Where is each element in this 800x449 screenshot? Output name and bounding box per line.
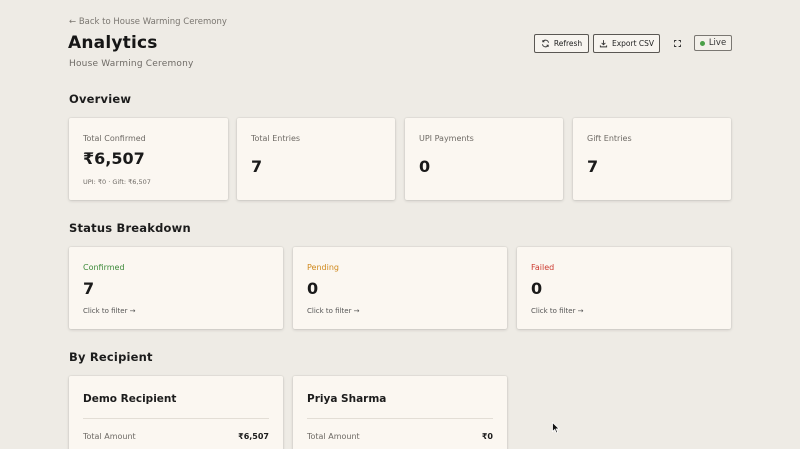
status-count: 7 [83,279,95,298]
app-frame: ← Back to House Warming Ceremony Analyti… [0,0,800,449]
mouse-pointer-icon [552,422,560,434]
download-icon [599,40,608,48]
expand-icon [673,40,681,47]
overview-heading: Overview [69,92,132,106]
card-value: ₹6,507 [83,149,145,168]
overview-card-upi-payments: UPI Payments 0 [405,118,563,200]
status-label: Confirmed [83,263,125,272]
status-label: Failed [531,263,555,272]
card-label: Total Entries [251,134,301,143]
by-recipient-heading: By Recipient [69,350,153,364]
card-breakdown: UPI: ₹0 · Gift: ₹6,507 [83,178,151,186]
filter-hint: Click to filter → [307,307,360,315]
filter-hint: Click to filter → [83,307,136,315]
status-label: Pending [307,263,339,272]
status-breakdown-heading: Status Breakdown [69,221,191,235]
status-card-pending[interactable]: Pending 0 Click to filter → [293,247,507,329]
card-value: 7 [251,157,263,176]
card-value: 0 [419,157,431,176]
total-amount-value: ₹0 [481,432,493,441]
total-amount-label: Total Amount [83,432,136,441]
export-label: Export CSV [611,39,655,48]
refresh-button[interactable]: Refresh [534,34,589,53]
status-card-confirmed[interactable]: Confirmed 7 Click to filter → [69,247,283,329]
live-badge: Live [694,35,732,51]
page-subtitle: House Warming Ceremony [69,59,194,69]
live-status-dot [699,40,705,46]
recipient-name: Demo Recipient [83,393,177,405]
status-card-failed[interactable]: Failed 0 Click to filter → [517,247,731,329]
recipient-name: Priya Sharma [307,393,387,405]
divider [307,418,493,419]
back-link[interactable]: ← Back to House Warming Ceremony [69,17,227,27]
fullscreen-button[interactable] [670,34,684,53]
page-title: Analytics [68,33,158,53]
overview-card-gift-entries: Gift Entries 7 [573,118,731,200]
divider [83,418,269,419]
export-csv-button[interactable]: Export CSV [593,34,660,53]
total-amount-value: ₹6,507 [238,432,269,441]
refresh-label: Refresh [553,39,583,48]
live-label: Live [708,38,727,48]
filter-hint: Click to filter → [531,307,584,315]
total-amount-label: Total Amount [307,432,360,441]
status-count: 0 [531,279,543,298]
recipient-card-demo-recipient: Demo Recipient Total Amount ₹6,507 [69,376,283,449]
overview-card-total-entries: Total Entries 7 [237,118,395,200]
card-label: Total Confirmed [83,134,146,143]
card-label: UPI Payments [419,134,474,143]
overview-card-total-confirmed: Total Confirmed ₹6,507 UPI: ₹0 · Gift: ₹… [69,118,228,200]
recipient-card-priya-sharma: Priya Sharma Total Amount ₹0 [293,376,507,449]
card-label: Gift Entries [587,134,632,143]
status-count: 0 [307,279,319,298]
card-value: 7 [587,157,599,176]
refresh-icon [541,39,549,48]
